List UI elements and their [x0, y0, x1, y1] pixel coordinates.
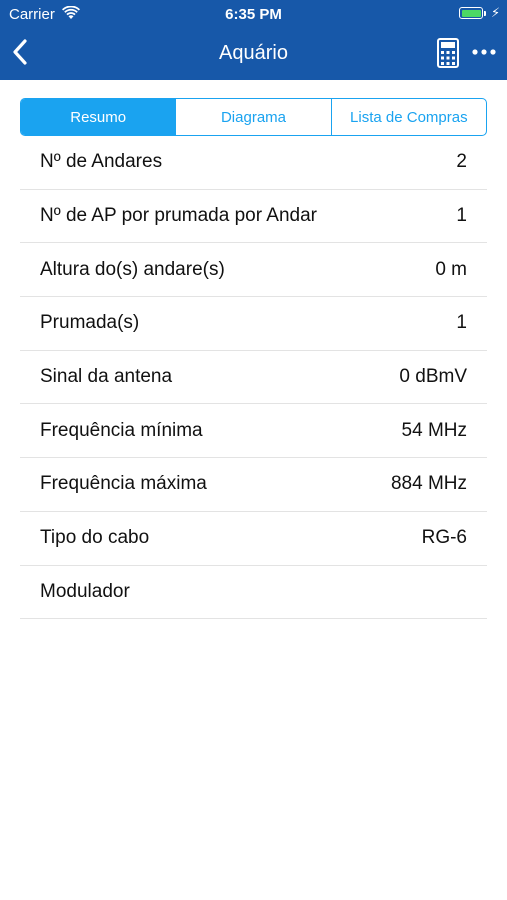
row-value: 2 [456, 151, 467, 173]
status-bar: Carrier 6:35 PM ⚡ [0, 0, 507, 28]
charging-bolt-icon: ⚡ [491, 5, 501, 20]
more-icon[interactable] [471, 48, 497, 56]
calculator-icon[interactable] [437, 38, 459, 68]
list-item-frequencia-maxima[interactable]: Frequência máxima 884 MHz [20, 458, 487, 512]
top-bar: Carrier 6:35 PM ⚡ Aquário [0, 0, 507, 80]
battery-cap [484, 11, 486, 16]
row-label: Frequência máxima [40, 473, 207, 495]
status-time: 6:35 PM [225, 6, 282, 23]
row-value: 884 MHz [390, 473, 467, 495]
list-item-modulador[interactable]: Modulador [20, 566, 487, 620]
tab-lista-de-compras[interactable]: Lista de Compras [330, 99, 486, 135]
list-item-frequencia-minima[interactable]: Frequência mínima 54 MHz [20, 404, 487, 459]
list-item-altura[interactable]: Altura do(s) andare(s) 0 m [20, 243, 487, 298]
list-item-andares[interactable]: Nº de Andares 2 [20, 136, 487, 190]
row-label: Nº de AP por prumada por Andar [40, 205, 317, 227]
segmented-control: Resumo Diagrama Lista de Compras [20, 98, 487, 136]
row-label: Frequência mínima [40, 419, 203, 441]
row-value: RG-6 [421, 527, 467, 549]
navigation-bar: Aquário [0, 28, 507, 80]
row-value: 1 [456, 205, 467, 227]
row-label: Altura do(s) andare(s) [40, 258, 225, 280]
row-value: 0 dBmV [399, 366, 467, 388]
tab-resumo[interactable]: Resumo [21, 99, 176, 135]
battery-icon [459, 7, 483, 19]
row-label: Modulador [40, 580, 130, 602]
tab-diagrama[interactable]: Diagrama [175, 99, 330, 135]
list-item-prumadas[interactable]: Prumada(s) 1 [20, 297, 487, 351]
list-item-tipo-cabo[interactable]: Tipo do cabo RG-6 [20, 512, 487, 566]
row-label: Nº de Andares [40, 151, 163, 173]
row-label: Sinal da antena [40, 366, 173, 388]
summary-list: Nº de Andares 2 Nº de AP por prumada por… [20, 136, 487, 620]
row-value: 54 MHz [401, 419, 467, 441]
list-item-sinal-antena[interactable]: Sinal da antena 0 dBmV [20, 351, 487, 405]
row-value: 0 m [435, 258, 467, 280]
list-item-ap-por-prumada[interactable]: Nº de AP por prumada por Andar 1 [20, 190, 487, 244]
row-label: Prumada(s) [40, 312, 140, 334]
row-label: Tipo do cabo [40, 527, 150, 549]
page-title: Aquário [219, 42, 288, 64]
row-value: 1 [456, 312, 467, 334]
